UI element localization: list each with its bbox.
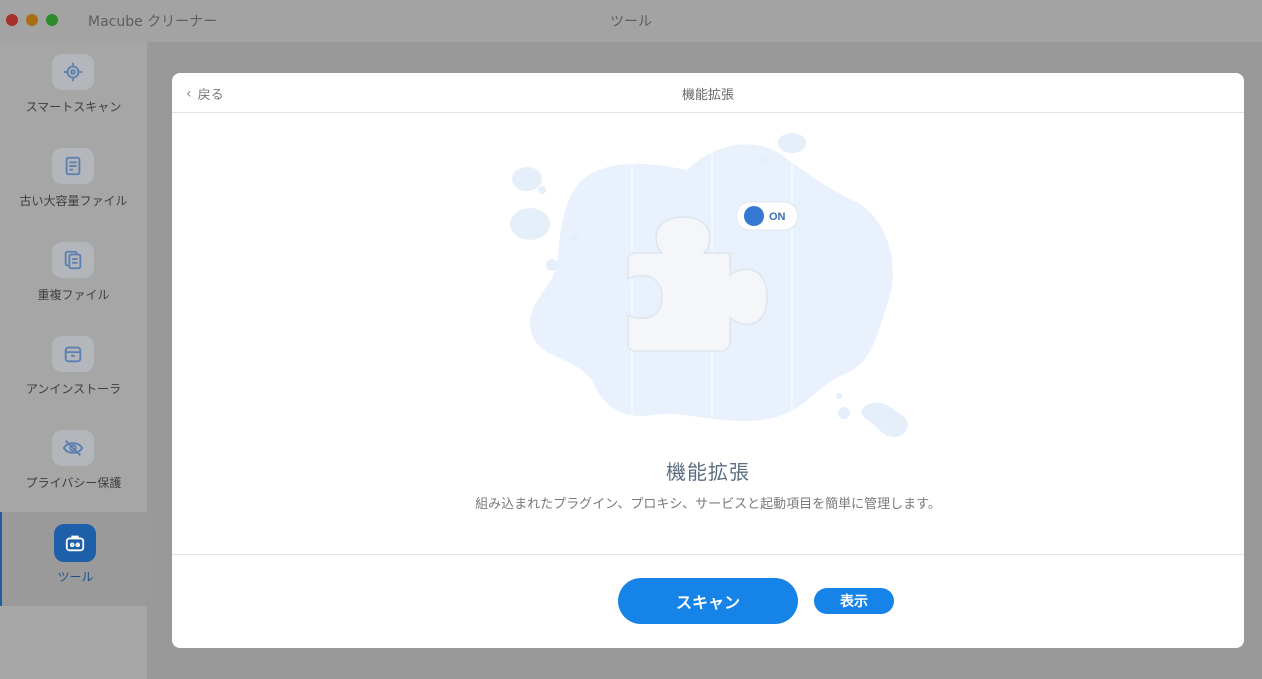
dialog-header: ‹ 戻る 機能拡張 — [172, 73, 1244, 113]
scan-button[interactable]: スキャン — [618, 578, 798, 624]
sidebar-item-label: ツール — [57, 570, 94, 584]
title-bar: Macube クリーナー ツール — [0, 0, 1262, 42]
sidebar-item-label: プライバシー保護 — [25, 476, 122, 490]
show-button[interactable]: 表示 — [814, 588, 894, 614]
window-title: ツール — [610, 14, 652, 30]
app-window: Macube クリーナー ツール スマートスキャン 古い大容量ファイル 重複ファ… — [0, 0, 1262, 679]
sidebar-item-label: スマートスキャン — [25, 100, 122, 114]
extension-puzzle-illustration: ON — [510, 133, 908, 437]
dialog-title: 機能拡張 — [681, 88, 734, 103]
feature-description: 組み込まれたプラグイン、プロキシ、サービスと起動項目を簡単に管理します。 — [475, 497, 941, 512]
sidebar-item-uninstaller[interactable]: アンインストーラ — [0, 324, 147, 418]
target-icon — [52, 54, 94, 90]
sidebar-item-label: 古い大容量ファイル — [19, 194, 128, 208]
sidebar-item-duplicate-files[interactable]: 重複ファイル — [0, 230, 147, 324]
sidebar-item-tools[interactable]: ツール — [0, 512, 147, 606]
sidebar-item-label: 重複ファイル — [37, 288, 110, 302]
toolbox-icon — [54, 524, 96, 562]
sidebar-item-label: アンインストーラ — [25, 382, 122, 396]
sidebar-item-smart-scan[interactable]: スマートスキャン — [0, 42, 147, 136]
footer-divider — [172, 554, 1244, 555]
eye-slash-icon — [52, 430, 94, 466]
document-icon — [52, 148, 94, 184]
toggle-on-label: ON — [769, 211, 786, 223]
sidebar-item-privacy[interactable]: プライバシー保護 — [0, 418, 147, 512]
sidebar: スマートスキャン 古い大容量ファイル 重複ファイル アンインストーラ プライバシ — [0, 42, 147, 679]
duplicate-files-icon — [52, 242, 94, 278]
feature-title: 機能拡張 — [666, 460, 750, 484]
extensions-dialog: ‹ 戻る 機能拡張 ON 機能拡張 組み込まれたプラグイン、プロキシ、サービスと… — [172, 73, 1244, 648]
archive-box-icon — [52, 336, 94, 372]
sidebar-item-large-old-files[interactable]: 古い大容量ファイル — [0, 136, 147, 230]
